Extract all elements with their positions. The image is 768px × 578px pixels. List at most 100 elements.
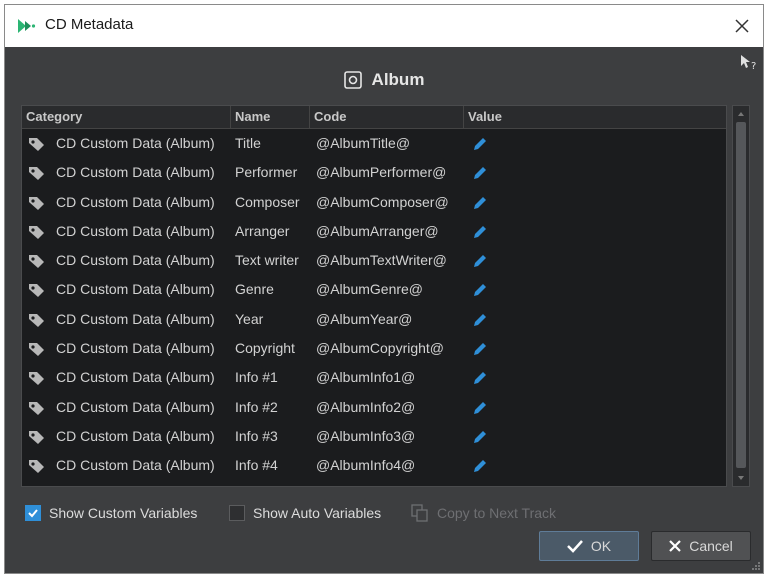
tag-icon [29, 284, 44, 298]
scroll-up-arrow-icon[interactable] [736, 109, 746, 119]
show-auto-variables-option[interactable]: Show Auto Variables [229, 502, 381, 524]
cell-code: @AlbumYear@ [316, 310, 413, 327]
table-body: CD Custom Data (Album) Title @AlbumTitle@ C… [22, 129, 726, 481]
show-auto-variables-checkbox[interactable] [229, 505, 245, 521]
checkmark-icon [566, 540, 583, 553]
copy-to-next-track-option: Copy to Next Track [411, 502, 556, 524]
pencil-icon[interactable] [472, 282, 488, 298]
cell-code: @AlbumTextWriter@ [316, 252, 447, 269]
pencil-icon[interactable] [472, 400, 488, 416]
cell-code: @AlbumPerformer@ [316, 164, 447, 181]
cell-category: CD Custom Data (Album) [56, 222, 215, 239]
table-row[interactable]: CD Custom Data (Album) Genre @AlbumGenre@ [22, 275, 726, 304]
show-custom-variables-option[interactable]: Show Custom Variables [25, 502, 197, 524]
tag-icon [29, 430, 44, 444]
table-row[interactable]: CD Custom Data (Album) Arranger @AlbumArra… [22, 217, 726, 246]
cell-category: CD Custom Data (Album) [56, 398, 215, 415]
table-row[interactable]: CD Custom Data (Album) Info #2 @AlbumInfo2… [22, 393, 726, 422]
dialog-content: ? Album Category Name Code Value CD Cust… [5, 47, 763, 573]
tag-icon [29, 401, 44, 415]
copy-icon [411, 504, 428, 522]
cell-code: @AlbumInfo1@ [316, 369, 416, 386]
column-header-code[interactable]: Code [310, 106, 464, 128]
copy-to-next-track-label: Copy to Next Track [437, 505, 557, 521]
cell-name: Info #4 [235, 457, 278, 474]
cell-name: Info #3 [235, 427, 278, 444]
cd-metadata-dialog: CD Metadata ? Album Category Name Code V… [4, 4, 764, 574]
table-row[interactable]: CD Custom Data (Album) Text writer @AlbumT… [22, 246, 726, 275]
ok-button[interactable]: OK [539, 531, 639, 561]
table-row[interactable]: CD Custom Data (Album) Composer @AlbumComp… [22, 188, 726, 217]
cell-name: Genre [235, 281, 274, 298]
cell-category: CD Custom Data (Album) [56, 427, 215, 444]
cell-category: CD Custom Data (Album) [56, 252, 215, 269]
cancel-button-label: Cancel [689, 538, 733, 554]
cancel-button[interactable]: Cancel [651, 531, 751, 561]
table-row[interactable]: CD Custom Data (Album) Info #1 @AlbumInfo1… [22, 363, 726, 392]
resize-grip-icon[interactable] [751, 561, 761, 571]
scrollbar-thumb[interactable] [736, 122, 746, 468]
cell-name: Performer [235, 164, 298, 181]
cell-name: Copyright [235, 340, 295, 357]
options-bar: Show Custom Variables Show Auto Variable… [25, 502, 745, 524]
pencil-icon[interactable] [472, 341, 488, 357]
cell-name: Arranger [235, 222, 290, 239]
table-header: Category Name Code Value [22, 106, 726, 129]
ok-button-label: OK [590, 538, 612, 554]
tag-icon [29, 167, 44, 181]
tag-icon [29, 255, 44, 269]
show-auto-variables-label: Show Auto Variables [253, 505, 382, 521]
pencil-icon[interactable] [472, 370, 488, 386]
metadata-table: Category Name Code Value CD Custom Data … [21, 105, 727, 487]
checkmark-icon [28, 509, 38, 518]
pencil-icon[interactable] [472, 136, 488, 152]
cell-code: @AlbumComposer@ [316, 193, 449, 210]
cancel-x-icon [669, 540, 681, 552]
table-row[interactable]: CD Custom Data (Album) Copyright @AlbumCop… [22, 334, 726, 363]
column-header-category[interactable]: Category [22, 106, 231, 128]
pencil-icon[interactable] [472, 165, 488, 181]
section-header: Album [5, 67, 763, 93]
cell-name: Info #1 [235, 369, 278, 386]
pencil-icon[interactable] [472, 195, 488, 211]
show-custom-variables-label: Show Custom Variables [49, 505, 198, 521]
cell-name: Composer [235, 193, 300, 210]
column-header-name[interactable]: Name [231, 106, 310, 128]
tag-icon [29, 343, 44, 357]
section-title: Album [371, 70, 425, 89]
cell-code: @AlbumInfo4@ [316, 457, 416, 474]
scroll-down-arrow-icon[interactable] [736, 473, 746, 483]
pencil-icon[interactable] [472, 458, 488, 474]
title-bar: CD Metadata [5, 5, 763, 47]
window-title: CD Metadata [45, 16, 134, 33]
pencil-icon[interactable] [472, 429, 488, 445]
cell-category: CD Custom Data (Album) [56, 340, 215, 357]
pencil-icon[interactable] [472, 224, 488, 240]
table-row[interactable]: CD Custom Data (Album) Performer @AlbumPer… [22, 158, 726, 187]
app-logo-icon [18, 19, 36, 33]
close-button[interactable] [727, 11, 757, 41]
close-icon [735, 19, 749, 33]
table-row[interactable]: CD Custom Data (Album) Title @AlbumTitle@ [22, 129, 726, 158]
pencil-icon[interactable] [472, 253, 488, 269]
tag-icon [29, 313, 44, 327]
cell-name: Text writer [235, 252, 299, 269]
table-row[interactable]: CD Custom Data (Album) Year @AlbumYear@ [22, 305, 726, 334]
show-custom-variables-checkbox[interactable] [25, 505, 41, 521]
cell-category: CD Custom Data (Album) [56, 135, 215, 151]
cell-category: CD Custom Data (Album) [56, 281, 215, 298]
cell-category: CD Custom Data (Album) [56, 457, 215, 474]
cell-category: CD Custom Data (Album) [56, 164, 215, 181]
cell-code: @AlbumInfo3@ [316, 427, 416, 444]
cell-name: Title [235, 135, 261, 151]
cell-category: CD Custom Data (Album) [56, 193, 215, 210]
column-header-value[interactable]: Value [464, 106, 726, 128]
cell-category: CD Custom Data (Album) [56, 310, 215, 327]
cell-code: @AlbumCopyright@ [316, 340, 445, 357]
table-scrollbar[interactable] [732, 105, 750, 487]
pencil-icon[interactable] [472, 312, 488, 328]
table-row[interactable]: CD Custom Data (Album) Info #4 @AlbumInfo4… [22, 451, 726, 480]
tag-icon [29, 225, 44, 239]
table-row[interactable]: CD Custom Data (Album) Info #3 @AlbumInfo3… [22, 422, 726, 451]
dialog-buttons: OK Cancel [5, 531, 763, 563]
